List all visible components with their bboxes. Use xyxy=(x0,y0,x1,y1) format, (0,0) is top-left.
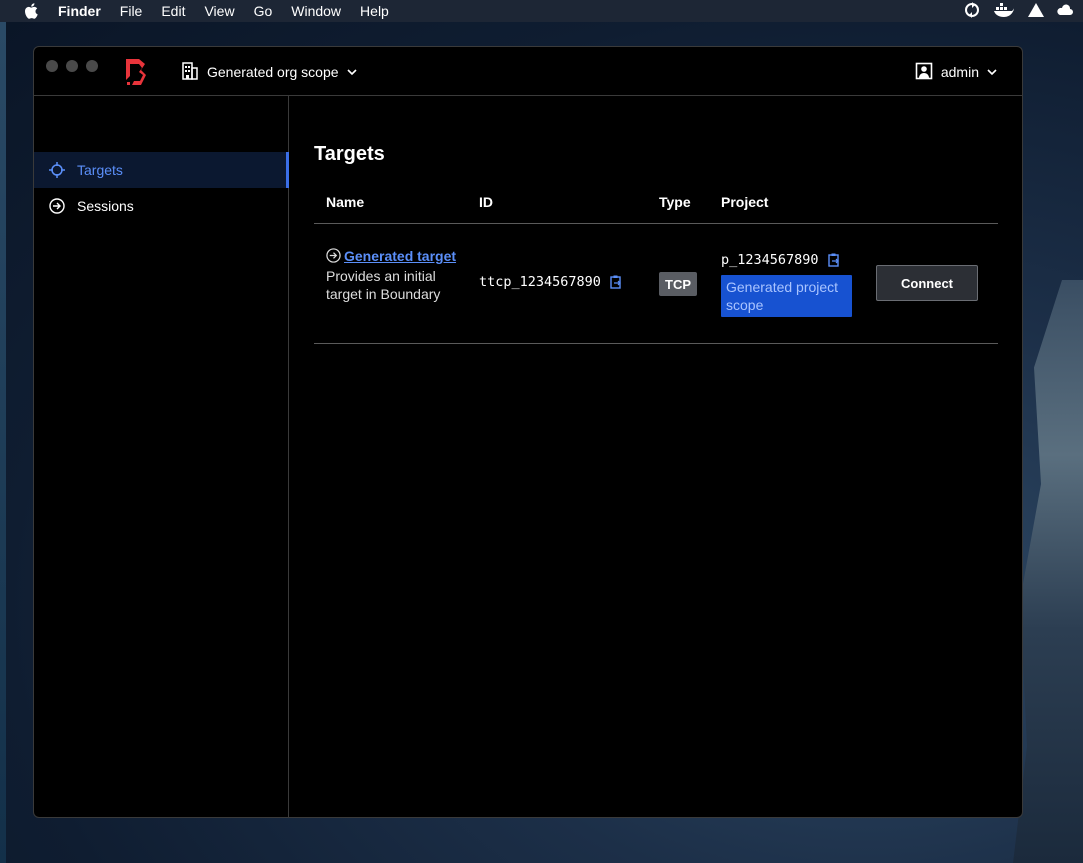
chevron-down-icon xyxy=(987,64,997,80)
title-bar: Generated org scope admin xyxy=(34,47,1022,96)
column-header-name: Name xyxy=(326,194,365,210)
apple-icon[interactable] xyxy=(24,3,40,19)
target-name-link[interactable]: Generated target xyxy=(344,248,456,264)
boundary-logo-icon xyxy=(125,58,149,86)
menu-view[interactable]: View xyxy=(204,0,234,22)
docker-icon[interactable] xyxy=(993,2,1015,21)
project-id: p_1234567890 xyxy=(721,252,819,268)
target-description: Provides an initial target in Boundary xyxy=(326,268,441,302)
minimize-window-button[interactable] xyxy=(66,60,78,72)
warning-icon[interactable] xyxy=(1027,2,1045,21)
building-icon xyxy=(181,61,199,83)
main-content: Targets Name ID Type Project Generated t… xyxy=(314,96,1004,796)
arrow-circle-icon xyxy=(49,198,65,214)
desktop-wallpaper-rock xyxy=(1013,280,1083,863)
sidebar-item-sessions[interactable]: Sessions xyxy=(34,188,289,224)
cloud-icon[interactable] xyxy=(1057,2,1073,21)
sidebar-item-targets[interactable]: Targets xyxy=(34,152,289,188)
target-name-cell: Generated target Provides an initial tar… xyxy=(326,247,461,303)
org-scope-selector[interactable]: Generated org scope xyxy=(181,61,357,83)
menu-bar-status-area xyxy=(963,0,1073,22)
table-header: Name ID Type Project xyxy=(314,186,998,224)
sync-icon[interactable] xyxy=(963,1,981,22)
user-avatar-icon xyxy=(915,62,933,83)
target-id: ttcp_1234567890 xyxy=(479,274,601,290)
project-id-cell: p_1234567890 xyxy=(721,252,841,268)
copy-icon[interactable] xyxy=(609,275,623,289)
sidebar-item-label: Targets xyxy=(77,162,123,178)
column-header-id: ID xyxy=(479,194,493,210)
window-controls xyxy=(46,60,98,72)
chevron-down-icon xyxy=(346,64,357,80)
close-window-button[interactable] xyxy=(46,60,58,72)
connect-button[interactable]: Connect xyxy=(876,265,978,301)
menu-help[interactable]: Help xyxy=(360,0,389,22)
arrow-circle-icon xyxy=(326,248,341,267)
menu-finder[interactable]: Finder xyxy=(58,0,101,22)
column-header-project: Project xyxy=(721,194,769,210)
zoom-window-button[interactable] xyxy=(86,60,98,72)
menu-go[interactable]: Go xyxy=(254,0,273,22)
user-menu[interactable]: admin xyxy=(915,62,997,82)
desktop-edge xyxy=(0,22,6,863)
user-name: admin xyxy=(940,64,979,80)
target-id-cell: ttcp_1234567890 xyxy=(479,274,623,290)
menu-bar: Finder File Edit View Go Window Help xyxy=(0,0,1083,22)
menu-window[interactable]: Window xyxy=(291,0,341,22)
copy-icon[interactable] xyxy=(827,253,841,267)
column-header-type: Type xyxy=(659,194,691,210)
menu-file[interactable]: File xyxy=(120,0,143,22)
crosshair-icon xyxy=(49,162,65,178)
org-scope-label: Generated org scope xyxy=(207,64,339,80)
type-badge: TCP xyxy=(659,272,697,296)
sidebar-item-label: Sessions xyxy=(77,198,134,214)
table-row: Generated target Provides an initial tar… xyxy=(314,224,998,344)
app-window: Generated org scope admin Targets Sessio… xyxy=(33,46,1023,818)
page-title: Targets xyxy=(314,143,385,165)
sidebar: Targets Sessions xyxy=(34,96,289,817)
project-scope-badge: Generated project scope xyxy=(721,275,852,317)
menu-edit[interactable]: Edit xyxy=(161,0,185,22)
